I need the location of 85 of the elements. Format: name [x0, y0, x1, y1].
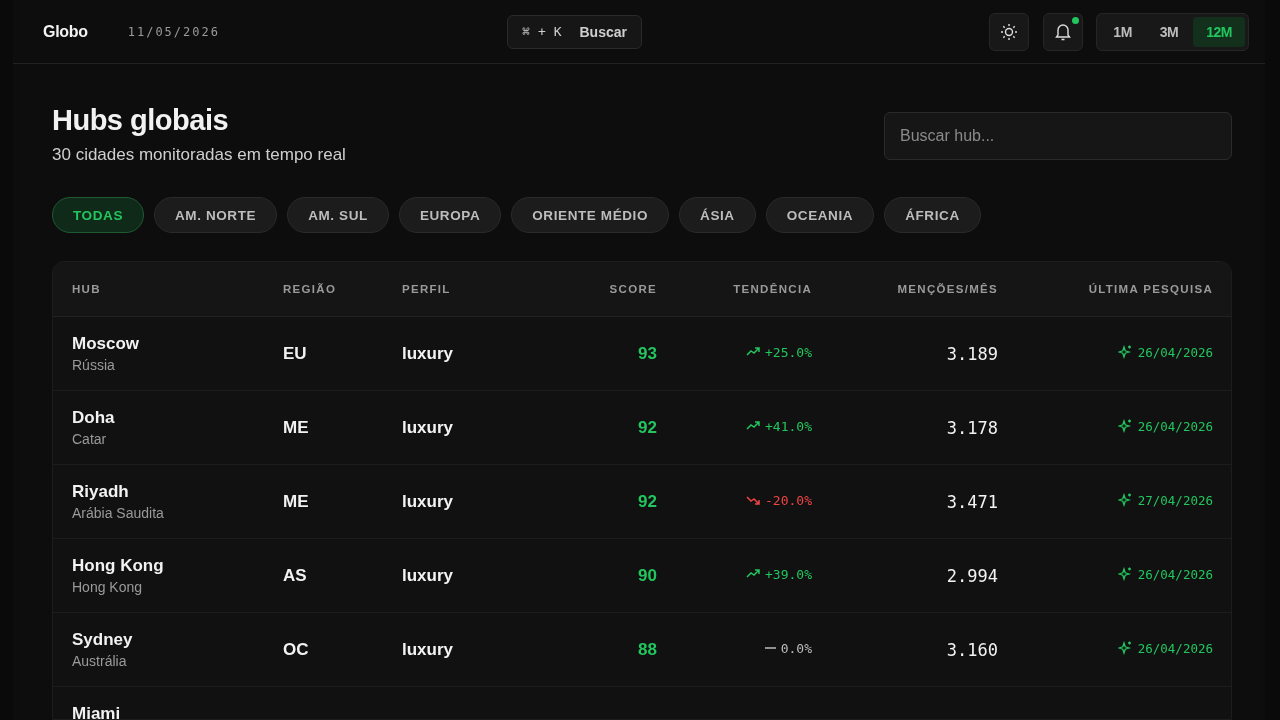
sparkle-icon [1117, 345, 1132, 359]
trend-up-icon [746, 569, 761, 579]
region-filter-chip[interactable]: TODAS [52, 197, 144, 233]
profile-label: luxury [402, 417, 454, 437]
table-row[interactable]: Moscow Rússia EU luxury 93 +25.0% 3.189 26/04/2026 [53, 317, 1231, 391]
table-row[interactable]: Doha Catar ME luxury 92 +41.0% 3.178 26/04/2026 [53, 391, 1231, 465]
country-name: Catar [72, 431, 107, 447]
page-title: Hubs globais [52, 104, 230, 137]
country-name: Austrália [72, 653, 127, 669]
last-research-date: 26/04/2026 [1137, 344, 1213, 360]
hub-name: Hong Kong [72, 556, 164, 576]
last-research-date: 26/04/2026 [1137, 566, 1213, 582]
table-row[interactable]: Hong Kong Hong Kong AS luxury 90 +39.0% 2.994 26/04/2026 [53, 539, 1231, 613]
theme-toggle-button[interactable] [989, 12, 1030, 51]
table-row[interactable]: Miami [53, 687, 1231, 719]
hub-name: Miami [72, 704, 121, 719]
period-tab[interactable]: 3M [1146, 16, 1192, 47]
sun-icon [1000, 22, 1019, 41]
bell-icon [1054, 22, 1073, 41]
country-name: Hong Kong [72, 579, 143, 595]
trend-percent: 0.0% [780, 640, 812, 656]
trend-up-icon [746, 347, 761, 357]
notifications-button[interactable] [1043, 12, 1084, 51]
hub-name: Sydney [72, 630, 133, 650]
trend-percent: +39.0% [765, 566, 812, 582]
region-code: ME [283, 417, 309, 437]
flat-line-icon [764, 646, 776, 650]
trend-percent: -20.0% [765, 492, 812, 508]
region-code: ME [283, 491, 309, 511]
column-header[interactable]: TENDÊNCIA [733, 283, 812, 295]
profile-label: luxury [402, 639, 454, 659]
region-filter-chip[interactable]: OCEANIA [765, 197, 875, 233]
profile-label: luxury [402, 565, 454, 585]
column-header[interactable]: ÚLTIMA PESQUISA [1088, 283, 1213, 295]
mentions-value: 3.189 [946, 343, 998, 364]
mentions-value: 3.471 [946, 491, 998, 512]
current-date: 11/05/2026 [127, 24, 220, 39]
mentions-value: 2.994 [946, 565, 998, 586]
region-filter-chip[interactable]: AM. SUL [287, 197, 389, 233]
region-filter-chip[interactable]: EUROPA [398, 197, 502, 233]
hub-name: Doha [72, 408, 115, 428]
region-filter-chip[interactable]: ÁSIA [679, 197, 756, 233]
region-code: OC [283, 639, 309, 659]
score-value: 88 [638, 639, 657, 659]
period-tab[interactable]: 1M [1100, 16, 1145, 47]
column-header[interactable]: HUB [72, 283, 283, 295]
last-research-date: 26/04/2026 [1137, 640, 1213, 656]
score-value: 93 [638, 343, 657, 363]
period-tab[interactable]: 12M [1193, 16, 1245, 47]
table-row[interactable]: Sydney Austrália OC luxury 88 0.0% 3.160 26/04/2026 [53, 613, 1231, 687]
country-name: Rússia [72, 357, 115, 373]
command-search-button[interactable]: ⌘ + K Buscar [507, 14, 642, 49]
trend-percent: +41.0% [765, 418, 812, 434]
trend-down-icon [746, 495, 761, 505]
brand-name[interactable]: Globo [43, 22, 88, 41]
score-value: 92 [638, 417, 657, 437]
column-header[interactable]: SCORE [609, 283, 657, 295]
last-research-date: 26/04/2026 [1137, 418, 1213, 434]
score-value: 90 [638, 565, 657, 585]
sparkle-icon [1117, 567, 1132, 581]
country-name: Arábia Saudita [72, 505, 164, 521]
sparkle-icon [1117, 641, 1132, 655]
mentions-value: 3.160 [946, 639, 998, 660]
column-header[interactable]: MENÇÕES/MÊS [897, 283, 998, 295]
mentions-value: 3.178 [946, 417, 998, 438]
region-filter-chip[interactable]: AM. NORTE [154, 197, 278, 233]
column-header[interactable]: REGIÃO [283, 283, 402, 295]
trend-up-icon [746, 421, 761, 431]
table-row[interactable]: Riyadh Arábia Saudita ME luxury 92 -20.0% 3.471 27/04/2026 [53, 465, 1231, 539]
region-code: EU [283, 343, 307, 363]
profile-label: luxury [402, 491, 454, 511]
region-filter-chip[interactable]: ORIENTE MÉDIO [511, 197, 670, 233]
score-value: 92 [638, 491, 657, 511]
profile-label: luxury [402, 343, 454, 363]
hub-name: Moscow [72, 334, 140, 354]
hub-search-field[interactable]: Buscar hub... [884, 112, 1232, 160]
hub-name: Riyadh [72, 482, 129, 502]
sparkle-icon [1117, 419, 1132, 433]
last-research-date: 27/04/2026 [1137, 492, 1213, 508]
region-code: AS [283, 565, 307, 585]
trend-percent: +25.0% [765, 344, 812, 360]
column-header[interactable]: PERFIL [402, 283, 542, 295]
page-subtitle: 30 cidades monitoradas em tempo real [52, 145, 346, 165]
region-filter-chip[interactable]: ÁFRICA [884, 197, 981, 233]
sparkle-icon [1117, 493, 1132, 507]
